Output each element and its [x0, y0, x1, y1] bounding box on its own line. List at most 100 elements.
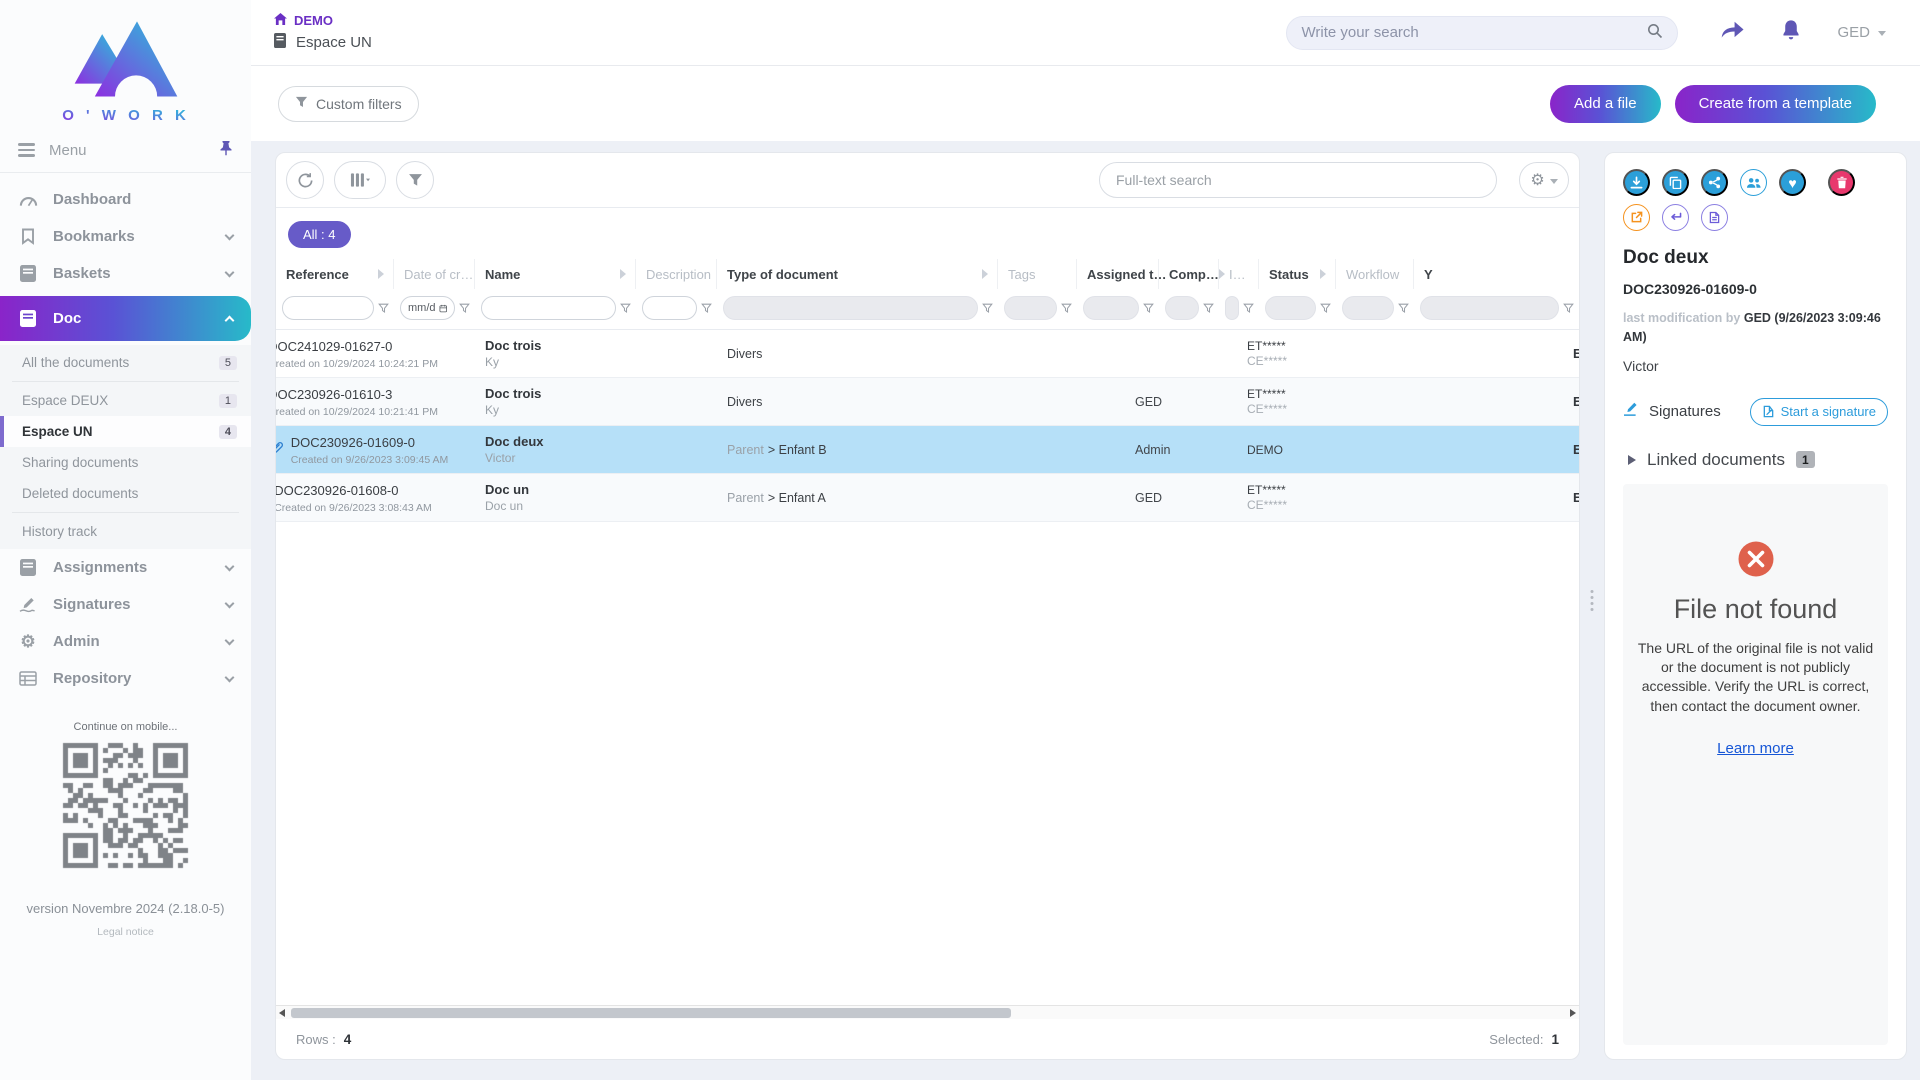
menu-label: Menu [49, 142, 87, 159]
filter-select-assigned-t[interactable] [1083, 296, 1139, 320]
table-row[interactable]: DOC230926-01610-3Created on 10/29/2024 1… [276, 378, 1579, 426]
learn-more-link[interactable]: Learn more [1717, 740, 1794, 757]
share-button[interactable] [1701, 169, 1728, 196]
sidebar-item-espace-deux[interactable]: Espace DEUX 1 [0, 385, 251, 416]
sidebar-item-assignments[interactable]: Assignments [0, 549, 251, 586]
hamburger-icon[interactable] [18, 143, 35, 156]
sidebar-item-all-the-documents[interactable]: All the documents 5 [0, 347, 251, 378]
funnel-filter-icon[interactable] [1203, 303, 1214, 314]
filter-select-i[interactable] [1225, 296, 1239, 320]
return-button[interactable] [1662, 204, 1689, 231]
filter-select-type-of-document[interactable] [723, 296, 978, 320]
divider [12, 512, 239, 513]
permissions-button[interactable] [1740, 169, 1767, 196]
funnel-filter-icon[interactable] [459, 303, 470, 314]
sidebar-item-espace-un[interactable]: Espace UN 4 [0, 416, 251, 447]
download-button[interactable] [1623, 169, 1650, 196]
filter-input-description[interactable] [642, 296, 697, 320]
funnel-filter-icon[interactable] [1243, 303, 1254, 314]
filter-cell [717, 289, 998, 329]
column-header-assigned-t[interactable]: Assigned t… [1077, 259, 1159, 289]
funnel-filter-icon[interactable] [1563, 303, 1574, 314]
add-file-button[interactable]: Add a file [1550, 85, 1661, 123]
filter-select-workflow[interactable] [1342, 296, 1394, 320]
funnel-filter-icon[interactable] [620, 303, 631, 314]
sidebar-item-bookmarks[interactable]: Bookmarks [0, 218, 251, 255]
search-icon[interactable] [1647, 23, 1663, 43]
filter-cell [636, 289, 717, 329]
fulltext-search-input[interactable] [1099, 162, 1497, 198]
delete-button[interactable] [1828, 169, 1855, 196]
custom-filters-button[interactable]: Custom filters [278, 86, 419, 122]
sidebar-item-baskets[interactable]: Baskets [0, 255, 251, 292]
funnel-filter-icon[interactable] [701, 303, 712, 314]
create-from-template-button[interactable]: Create from a template [1675, 85, 1876, 123]
linked-documents-toggle[interactable]: Linked documents 1 [1623, 450, 1888, 470]
global-search-input[interactable]: Write your search [1286, 16, 1678, 50]
table-row[interactable]: DOC241029-01627-0Created on 10/29/2024 1… [276, 330, 1579, 378]
row-name-sub: Ky [485, 355, 636, 369]
column-header-comp[interactable]: Comp… [1159, 259, 1219, 289]
table-settings-button[interactable]: ⚙ [1519, 162, 1569, 198]
table-row[interactable]: DOC230926-01608-0Created on 9/26/2023 3:… [276, 474, 1579, 522]
horizontal-scrollbar[interactable] [276, 1005, 1579, 1019]
column-header-i[interactable]: I… [1219, 259, 1259, 289]
column-header-name[interactable]: Name [475, 259, 636, 289]
panel-resize-handle[interactable] [1591, 590, 1594, 611]
column-header-type-of-document[interactable]: Type of document [717, 259, 998, 289]
bell-icon[interactable] [1781, 19, 1801, 46]
funnel-filter-icon[interactable] [982, 303, 993, 314]
document-properties-button[interactable] [1701, 204, 1728, 231]
column-header-reference[interactable]: Reference [276, 259, 394, 289]
column-label: Reference [286, 267, 349, 282]
column-header-tags[interactable]: Tags [998, 259, 1077, 289]
filter-select-tags[interactable] [1004, 296, 1057, 320]
column-header-date-of-cr[interactable]: Date of cr… [394, 259, 475, 289]
breadcrumb-root[interactable]: DEMO [274, 13, 372, 28]
sidebar-item-admin[interactable]: ⚙ Admin [0, 623, 251, 660]
column-header-status[interactable]: Status [1259, 259, 1336, 289]
copy-button[interactable] [1662, 169, 1689, 196]
sidebar-item-doc[interactable]: Doc [0, 296, 251, 341]
sidebar-item-deleted-documents[interactable]: Deleted documents [0, 478, 251, 509]
column-header-y[interactable]: Y [1414, 259, 1579, 289]
share-forward-icon[interactable] [1720, 20, 1745, 46]
filter-date-input[interactable]: mm/d [400, 296, 455, 320]
filter-select-status[interactable] [1265, 296, 1316, 320]
scroll-right-arrow[interactable] [1570, 1009, 1576, 1017]
funnel-filter-icon[interactable] [1143, 303, 1154, 314]
legal-notice-link[interactable]: Legal notice [0, 926, 251, 938]
column-header-workflow[interactable]: Workflow [1336, 259, 1414, 289]
tab-all[interactable]: All : 4 [288, 221, 351, 248]
sidebar-item-history-track[interactable]: History track [0, 516, 251, 547]
columns-button[interactable] [334, 161, 386, 199]
chevron-down-icon [225, 598, 235, 608]
table-row[interactable]: wDOC230926-01609-0Created on 9/26/2023 3… [276, 426, 1579, 474]
user-menu-dropdown[interactable]: GED [1837, 24, 1886, 41]
column-header-description[interactable]: Description [636, 259, 717, 289]
sidebar-item-signatures[interactable]: Signatures [0, 586, 251, 623]
pin-icon[interactable] [219, 140, 233, 160]
count-badge: 1 [219, 394, 237, 408]
funnel-filter-icon[interactable] [1398, 303, 1409, 314]
scrollbar-thumb[interactable] [291, 1008, 1011, 1018]
funnel-filter-icon[interactable] [1320, 303, 1331, 314]
sidebar-item-sharing-documents[interactable]: Sharing documents [0, 447, 251, 478]
sidebar-item-label: Doc [53, 310, 81, 327]
funnel-filter-icon[interactable] [378, 303, 389, 314]
sidebar-item-repository[interactable]: Repository [0, 660, 251, 697]
filter-select-comp[interactable] [1165, 296, 1199, 320]
open-external-button[interactable] [1623, 204, 1650, 231]
scroll-left-arrow[interactable] [279, 1009, 285, 1017]
modification-label: last modification by [1623, 311, 1740, 325]
filter-button[interactable] [396, 161, 434, 199]
filter-input-reference[interactable] [282, 296, 374, 320]
favorite-button[interactable]: ♥ [1779, 169, 1806, 196]
filter-input-name[interactable] [481, 296, 616, 320]
refresh-button[interactable] [286, 161, 324, 199]
start-signature-button[interactable]: Start a signature [1750, 398, 1888, 426]
filter-select-y[interactable] [1420, 296, 1559, 320]
breadcrumb-page[interactable]: Espace UN [274, 33, 372, 52]
sidebar-item-dashboard[interactable]: Dashboard [0, 181, 251, 218]
funnel-filter-icon[interactable] [1061, 303, 1072, 314]
